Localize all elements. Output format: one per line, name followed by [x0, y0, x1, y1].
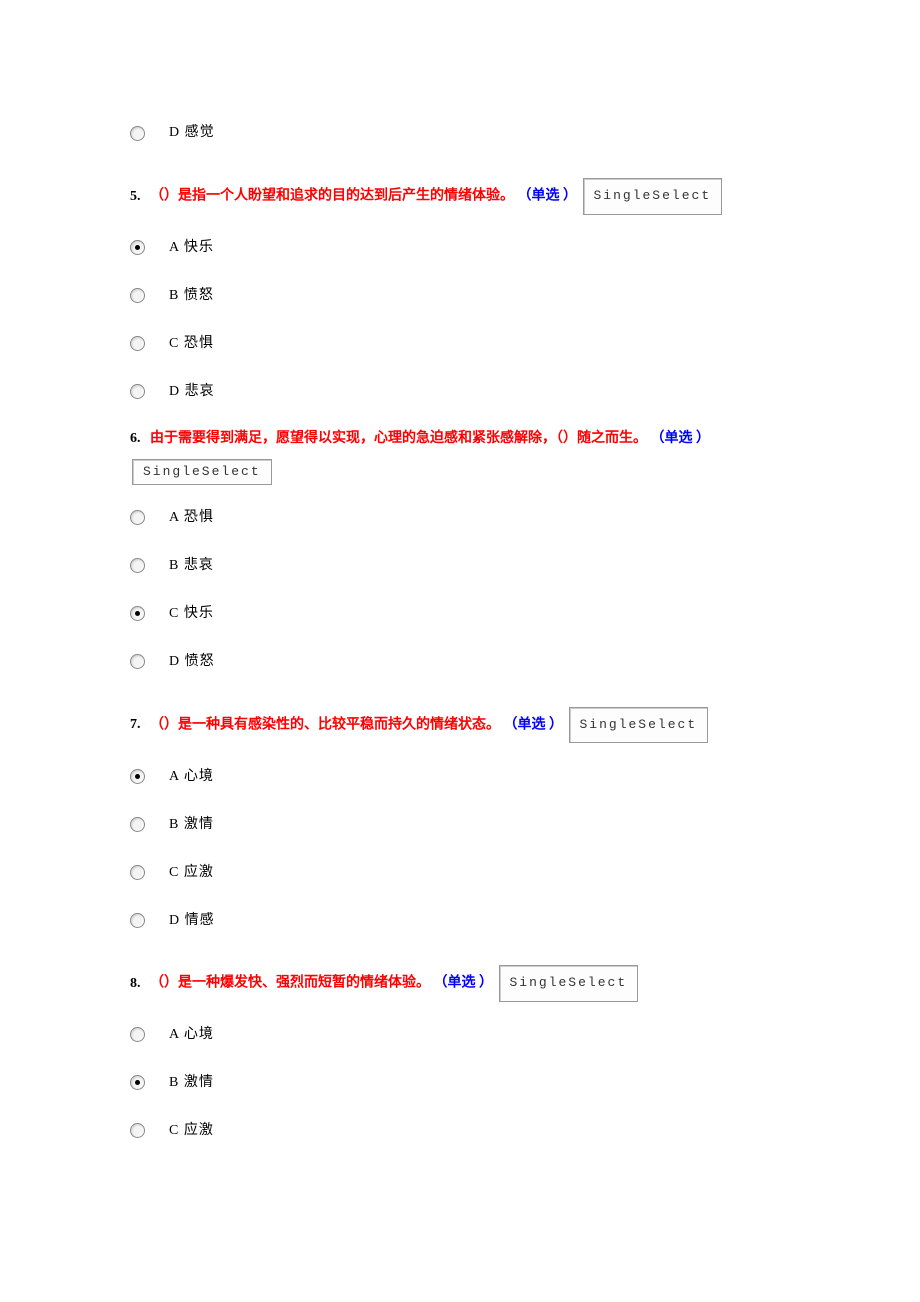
q8-option-a[interactable]: A 心境 — [130, 1020, 790, 1050]
q5-option-b[interactable]: B 愤怒 — [130, 281, 790, 311]
q7-option-a[interactable]: A 心境 — [130, 761, 790, 791]
q8-type: （单选 ） — [434, 976, 494, 991]
option-label: D 感觉 — [169, 123, 215, 143]
radio-icon — [130, 384, 145, 399]
q8-text: （）是一种爆发快、强烈而短暂的情绪体验。 — [150, 976, 430, 991]
radio-icon — [130, 606, 145, 621]
option-label: B 激情 — [169, 1073, 214, 1093]
single-select-badge: SingleSelect — [499, 965, 639, 1002]
radio-icon — [130, 288, 145, 303]
q6-option-d[interactable]: D 愤怒 — [130, 647, 790, 677]
option-label: A 恐惧 — [169, 508, 214, 528]
q7-stem: 7. （）是一种具有感染性的、比较平稳而持久的情绪状态。 （单选 ） Singl… — [130, 707, 790, 744]
q6-type: （单选 ） — [651, 431, 711, 446]
radio-icon — [130, 817, 145, 832]
option-label: C 快乐 — [169, 604, 214, 624]
q6-text: 由于需要得到满足，愿望得以实现，心理的急迫感和紧张感解除，（）随之而生。 — [150, 431, 647, 446]
q8-number: 8. — [130, 976, 141, 991]
option-label: B 愤怒 — [169, 286, 214, 306]
q6-option-c[interactable]: C 快乐 — [130, 599, 790, 629]
q5-number: 5. — [130, 189, 141, 204]
radio-icon — [130, 865, 145, 880]
q6-option-b[interactable]: B 悲哀 — [130, 551, 790, 581]
q5-option-a[interactable]: A 快乐 — [130, 233, 790, 263]
radio-icon — [130, 1075, 145, 1090]
radio-icon — [130, 1027, 145, 1042]
option-label: B 悲哀 — [169, 556, 214, 576]
option-label: A 心境 — [169, 1025, 214, 1045]
single-select-badge: SingleSelect — [132, 459, 272, 485]
q5-type: （单选 ） — [518, 189, 578, 204]
option-label: C 恐惧 — [169, 334, 214, 354]
q7-type: （单选 ） — [504, 717, 564, 732]
q7-option-d[interactable]: D 情感 — [130, 905, 790, 935]
single-select-badge: SingleSelect — [569, 707, 709, 744]
option-label: C 应激 — [169, 863, 214, 883]
q5-text: （）是指一个人盼望和追求的目的达到后产生的情绪体验。 — [150, 189, 514, 204]
q7-number: 7. — [130, 717, 141, 732]
radio-icon — [130, 913, 145, 928]
radio-icon — [130, 654, 145, 669]
option-label: D 悲哀 — [169, 382, 215, 402]
q6-option-a[interactable]: A 恐惧 — [130, 503, 790, 533]
q6-stem: 6. 由于需要得到满足，愿望得以实现，心理的急迫感和紧张感解除，（）随之而生。 … — [130, 425, 790, 485]
q7-text: （）是一种具有感染性的、比较平稳而持久的情绪状态。 — [150, 717, 500, 732]
q8-stem: 8. （）是一种爆发快、强烈而短暂的情绪体验。 （单选 ） SingleSele… — [130, 965, 790, 1002]
radio-icon — [130, 240, 145, 255]
radio-icon — [130, 558, 145, 573]
radio-icon — [130, 510, 145, 525]
single-select-badge: SingleSelect — [583, 178, 723, 215]
option-label: A 心境 — [169, 767, 214, 787]
radio-icon — [130, 126, 145, 141]
option-label: D 愤怒 — [169, 652, 215, 672]
radio-icon — [130, 336, 145, 351]
q8-option-c[interactable]: C 应激 — [130, 1116, 790, 1146]
radio-icon — [130, 1123, 145, 1138]
q5-option-c[interactable]: C 恐惧 — [130, 329, 790, 359]
q7-option-c[interactable]: C 应激 — [130, 857, 790, 887]
q7-option-b[interactable]: B 激情 — [130, 809, 790, 839]
q5-option-d[interactable]: D 悲哀 — [130, 377, 790, 407]
option-label: A 快乐 — [169, 238, 214, 258]
q6-number: 6. — [130, 431, 141, 446]
q8-option-b[interactable]: B 激情 — [130, 1068, 790, 1098]
radio-icon — [130, 769, 145, 784]
q4-option-d[interactable]: D 感觉 — [130, 118, 790, 148]
option-label: D 情感 — [169, 911, 215, 931]
option-label: B 激情 — [169, 815, 214, 835]
q5-stem: 5. （）是指一个人盼望和追求的目的达到后产生的情绪体验。 （单选 ） Sing… — [130, 178, 790, 215]
option-label: C 应激 — [169, 1121, 214, 1141]
